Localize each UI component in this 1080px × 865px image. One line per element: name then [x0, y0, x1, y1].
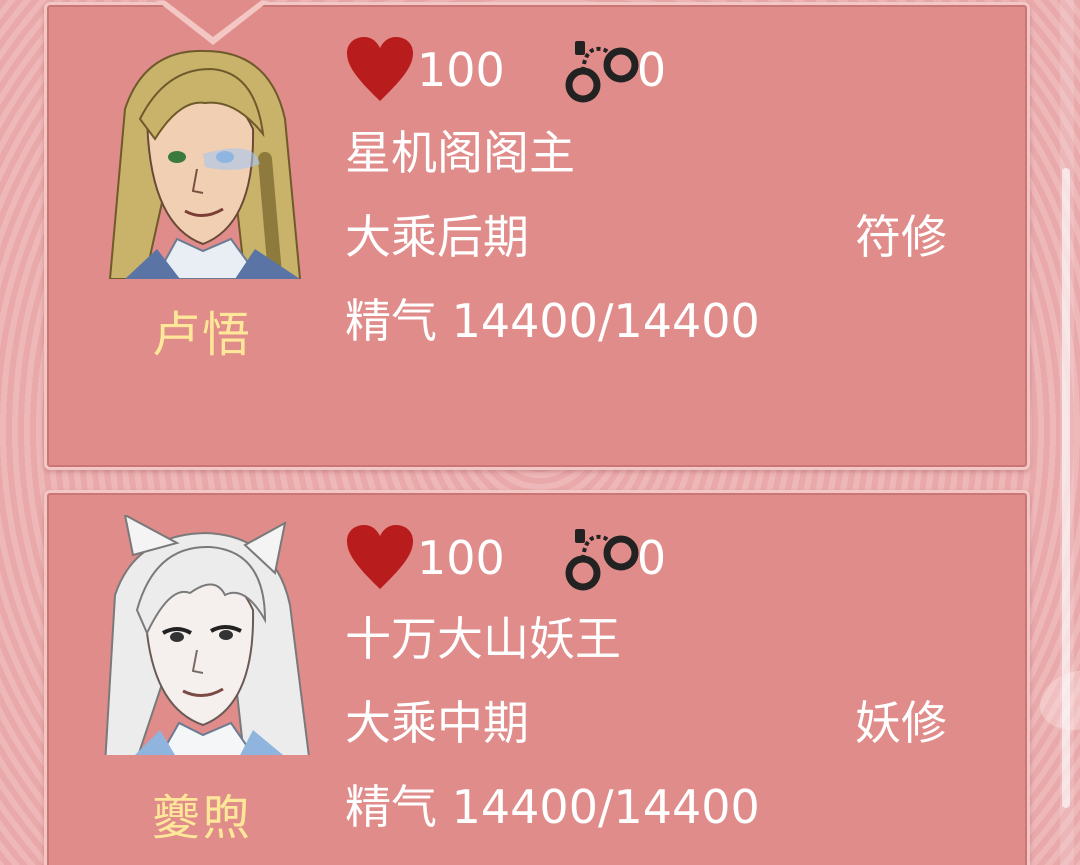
status-row: 100 0	[345, 523, 666, 593]
essence-label: 精气	[345, 780, 437, 834]
health-value: 100	[417, 531, 505, 585]
scrollbar-thumb[interactable]	[1062, 168, 1070, 808]
character-portrait	[104, 515, 310, 755]
cultivation-realm: 大乘后期	[345, 210, 529, 264]
status-row: 100 0	[345, 35, 666, 105]
cultivation-type: 妖修	[855, 696, 947, 750]
character-title: 星机阁阁主	[345, 126, 575, 180]
essence-value: 14400/14400	[451, 294, 760, 348]
essence-label: 精气	[345, 294, 437, 348]
essence-stat: 精气 14400/14400	[345, 777, 760, 837]
character-portrait	[108, 49, 302, 279]
cultivation-realm: 大乘中期	[345, 696, 529, 750]
essence-value: 14400/14400	[451, 780, 760, 834]
handcuffs-icon	[565, 529, 639, 591]
handcuffs-icon	[565, 41, 639, 103]
captured-value: 0	[636, 43, 667, 97]
health-value: 100	[417, 43, 505, 97]
captured-value: 0	[636, 531, 667, 585]
essence-stat: 精气 14400/14400	[345, 291, 760, 351]
character-card[interactable]: 卢悟 100 0 星机阁阁主 大乘后期 符修 精气 14400/14400	[44, 0, 1030, 470]
character-name: 卢悟	[151, 307, 252, 363]
cultivation-type: 符修	[855, 210, 947, 264]
heart-icon	[347, 37, 413, 101]
heart-icon	[347, 525, 413, 589]
character-card[interactable]: 夔煦 100 0 十万大山妖王 大乘中期 妖修 精气 14400/14400	[44, 490, 1030, 865]
character-title: 十万大山妖王	[345, 612, 621, 666]
character-name: 夔煦	[151, 790, 252, 846]
